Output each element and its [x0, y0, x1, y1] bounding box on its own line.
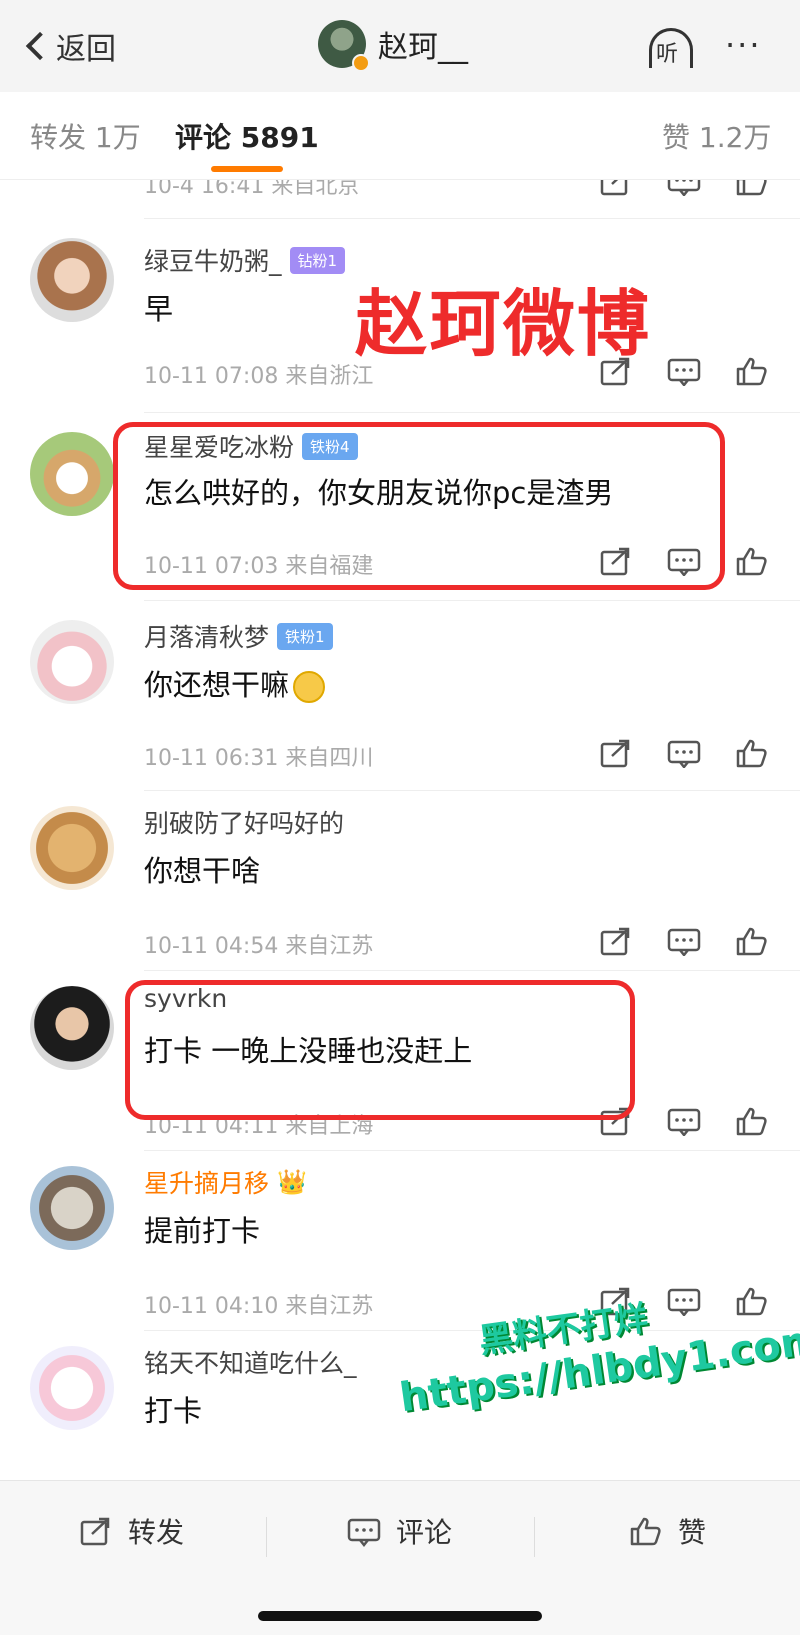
comment-actions: [598, 738, 770, 768]
tab-comments[interactable]: 评论 5891: [175, 116, 319, 156]
divider: [144, 1330, 800, 1331]
divider: [266, 1517, 267, 1557]
tab-bar: 转发 1万 评论 5891 赞 1.2万: [0, 92, 800, 180]
like-icon[interactable]: [734, 738, 770, 768]
comment-label: 评论: [396, 1516, 453, 1549]
comment-text: 你想干啥: [144, 854, 261, 888]
comment-text: 提前打卡: [144, 1214, 261, 1248]
fan-badge: 铁粉1: [277, 622, 333, 650]
comment-author[interactable]: 绿豆牛奶粥_: [144, 242, 282, 278]
avatar: [318, 20, 370, 72]
comment-author[interactable]: 月落清秋梦: [144, 618, 269, 654]
like-icon[interactable]: [734, 180, 770, 196]
comment-icon: [347, 1518, 381, 1547]
avatar[interactable]: [30, 1166, 114, 1250]
like-icon[interactable]: [734, 926, 770, 956]
comment-meta: 10-11 04:10 来自江苏: [144, 1294, 374, 1319]
divider: [144, 218, 800, 219]
page-title-text: 赵珂__: [378, 30, 468, 65]
top-bar: 返回 赵珂__ 听 ···: [0, 0, 800, 92]
like-icon[interactable]: [734, 1106, 770, 1136]
share-icon: [80, 1517, 110, 1546]
repost-button[interactable]: 转发: [78, 1511, 184, 1551]
divider: [534, 1517, 535, 1557]
crown-icon: 👑: [277, 1168, 307, 1196]
overlay-title: 赵珂微博: [355, 282, 652, 366]
tab-repost[interactable]: 转发 1万: [30, 116, 141, 156]
comment-text: 打卡: [144, 1394, 203, 1428]
more-button[interactable]: ···: [725, 26, 762, 64]
page-title[interactable]: 赵珂__: [318, 20, 468, 72]
comment-icon[interactable]: [666, 926, 702, 956]
like-button[interactable]: 赞: [628, 1511, 706, 1551]
like-icon[interactable]: [734, 1286, 770, 1316]
avatar[interactable]: [30, 620, 114, 704]
comment-icon[interactable]: [666, 180, 702, 196]
like-icon[interactable]: [734, 356, 770, 386]
highlight-box: [125, 980, 635, 1120]
laugh-cry-emoji-icon: [293, 671, 326, 703]
avatar[interactable]: [30, 806, 114, 890]
share-icon[interactable]: [598, 180, 634, 196]
comment-text-content: 你还想干嘛: [144, 668, 290, 702]
comment-actions: [598, 180, 770, 196]
comment-meta: 10-11 04:54 来自江苏: [144, 934, 374, 959]
chevron-left-icon: [25, 31, 55, 61]
home-indicator: [258, 1611, 542, 1621]
repost-label: 转发: [128, 1516, 185, 1549]
comment-icon[interactable]: [666, 1286, 702, 1316]
avatar[interactable]: [30, 238, 114, 322]
divider: [144, 600, 800, 601]
fan-badge: 钻粉1: [289, 246, 346, 274]
comment-button[interactable]: 评论: [346, 1511, 452, 1551]
comment-author[interactable]: 星升摘月移: [144, 1164, 269, 1200]
avatar[interactable]: [30, 1346, 114, 1430]
avatar[interactable]: [30, 986, 114, 1070]
divider: [144, 1150, 800, 1151]
listen-button[interactable]: 听: [645, 26, 697, 70]
like-icon[interactable]: [734, 546, 770, 576]
comment-list[interactable]: 10-4 16:41 来自北京 绿豆牛奶粥_ 钻粉1 早 10-11 07:08…: [0, 180, 800, 1480]
divider: [144, 412, 800, 413]
share-icon[interactable]: [598, 738, 634, 768]
divider: [144, 790, 800, 791]
comment-icon[interactable]: [666, 356, 702, 386]
comment-meta: 10-11 06:31 来自四川: [144, 746, 374, 771]
comment-meta: 10-4 16:41 来自北京: [144, 180, 360, 199]
back-label: 返回: [56, 32, 116, 67]
bottom-action-bar: 转发 评论 赞: [0, 1480, 800, 1635]
highlight-box: [113, 422, 725, 590]
comment-author[interactable]: 铭天不知道吃什么_: [144, 1344, 357, 1380]
back-button[interactable]: 返回: [22, 22, 116, 70]
like-label: 赞: [678, 1516, 707, 1549]
avatar[interactable]: [30, 432, 114, 516]
comment-meta: 10-11 07:08 来自浙江: [144, 364, 374, 389]
share-icon[interactable]: [598, 926, 634, 956]
active-tab-indicator: [211, 166, 283, 172]
comment-actions: [598, 926, 770, 956]
comment-icon[interactable]: [666, 1106, 702, 1136]
verified-icon: [352, 54, 370, 72]
comment-author[interactable]: 别破防了好吗好的: [144, 804, 344, 840]
comment-icon[interactable]: [666, 738, 702, 768]
like-icon: [630, 1517, 661, 1546]
listen-label: 听: [656, 42, 679, 67]
comment-text: 你还想干嘛: [144, 662, 326, 704]
comment-text: 早: [144, 292, 174, 326]
divider: [144, 970, 800, 971]
tab-likes[interactable]: 赞 1.2万: [662, 116, 771, 156]
